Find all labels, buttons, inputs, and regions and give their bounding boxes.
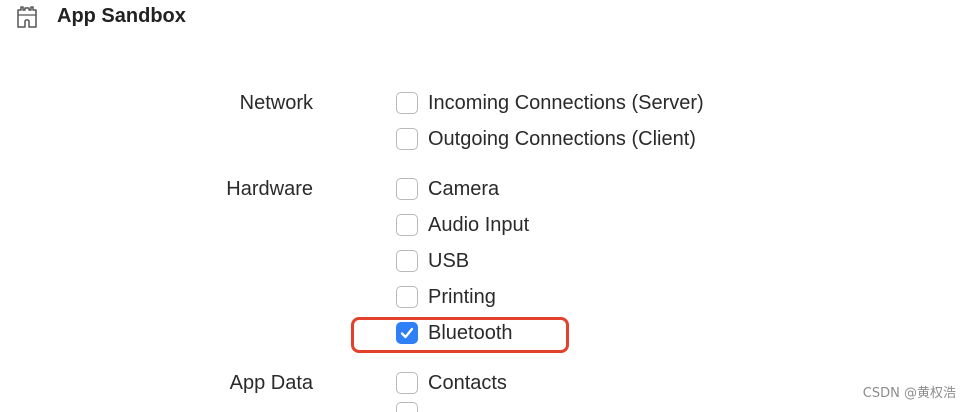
option-label-incoming-connections[interactable]: Incoming Connections (Server) [428,89,704,117]
checkbox-incoming-connections[interactable] [396,92,418,114]
checkbox-contacts[interactable] [396,372,418,394]
section-label-app-data: App Data [229,372,313,394]
setting-row-contacts: App Data Contacts [0,369,900,397]
option-label-outgoing-connections[interactable]: Outgoing Connections (Client) [428,125,696,153]
watermark: CSDN @黄权浩 [862,386,956,401]
app-sandbox-header: App Sandbox [12,2,186,30]
checkbox-audio-input[interactable] [396,214,418,236]
checkbox-usb[interactable] [396,250,418,272]
checkbox-printing[interactable] [396,286,418,308]
checkbox-camera[interactable] [396,178,418,200]
option-label-usb[interactable]: USB [428,247,469,275]
section-label-hardware: Hardware [226,178,313,200]
page-title: App Sandbox [57,4,186,27]
setting-row-incoming-connections: Network Incoming Connections (Server) [0,89,900,117]
option-label-printing[interactable]: Printing [428,283,496,311]
setting-row-outgoing-connections: Outgoing Connections (Client) [0,125,900,153]
highlight-annotation [351,317,569,353]
checkbox-outgoing-connections[interactable] [396,128,418,150]
option-label-audio-input[interactable]: Audio Input [428,211,529,239]
option-label-contacts[interactable]: Contacts [428,369,507,397]
setting-row-camera: Hardware Camera [0,175,900,203]
option-label-camera[interactable]: Camera [428,175,499,203]
checkbox-next-cutoff[interactable] [396,402,418,412]
setting-row-usb: USB [0,247,900,275]
setting-row-printing: Printing [0,283,900,311]
setting-row-audio-input: Audio Input [0,211,900,239]
castle-icon [12,2,42,30]
section-label-network: Network [239,92,313,114]
